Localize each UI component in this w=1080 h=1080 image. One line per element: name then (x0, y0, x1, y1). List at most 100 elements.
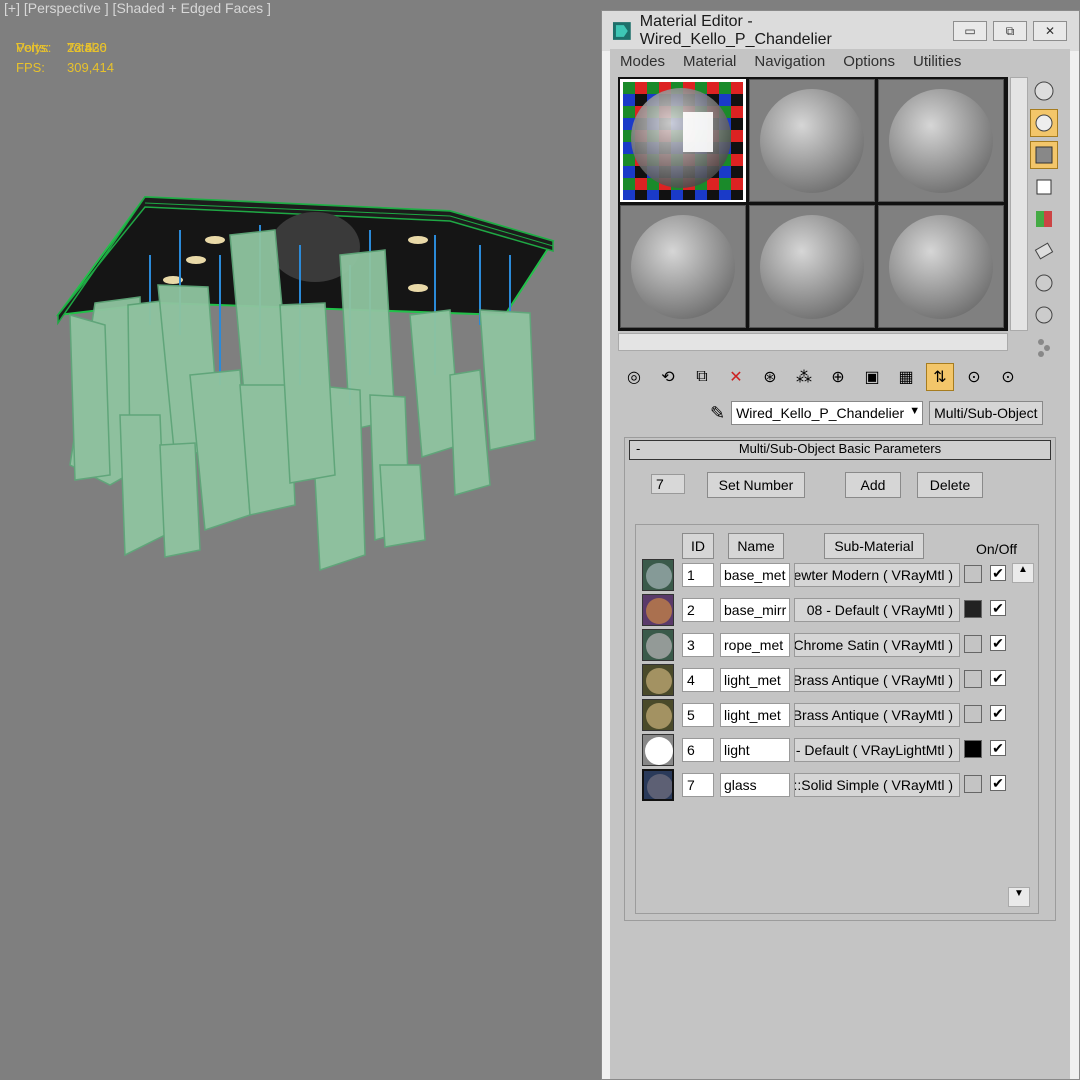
menu-modes[interactable]: Modes (620, 53, 665, 70)
color-swatch[interactable] (964, 670, 982, 688)
color-swatch[interactable] (964, 600, 982, 618)
submaterial-button[interactable]: Brass Antique ( VRayMtl ) (794, 668, 960, 692)
menu-options[interactable]: Options (843, 53, 895, 70)
sample-slot-6[interactable] (878, 205, 1004, 328)
set-number-button[interactable]: Set Number (707, 472, 805, 498)
material-count-field[interactable]: 7 (651, 474, 685, 494)
enable-checkbox[interactable]: ✔ (990, 670, 1006, 686)
id-column-header[interactable]: ID (682, 533, 714, 559)
submaterial-button[interactable]: ewter Modern ( VRayMtl ) (794, 563, 960, 587)
slots-vertical-scrollbar[interactable] (1010, 77, 1028, 331)
table-row: 5 light_met Brass Antique ( VRayMtl ) ✔ (636, 699, 1016, 731)
get-material-icon[interactable]: ◎ (620, 363, 648, 391)
id-field[interactable]: 4 (682, 668, 714, 692)
material-id-channel-icon[interactable]: ▣ (858, 363, 886, 391)
id-field[interactable]: 2 (682, 598, 714, 622)
delete-button[interactable]: Delete (917, 472, 983, 498)
put-to-library-icon[interactable]: ⊕ (824, 363, 852, 391)
color-swatch[interactable] (964, 565, 982, 583)
submaterial-thumbnail[interactable] (642, 734, 674, 766)
name-field[interactable]: rope_met (720, 633, 790, 657)
make-copy-icon[interactable]: ⊛ (756, 363, 784, 391)
table-row: 6 light - Default ( VRayLightMtl ) ✔ (636, 734, 1016, 766)
options-icon[interactable] (1030, 269, 1058, 297)
show-end-result-icon[interactable]: ⇅ (926, 363, 954, 391)
submaterial-thumbnail[interactable] (642, 699, 674, 731)
name-field[interactable]: glass (720, 773, 790, 797)
enable-checkbox[interactable]: ✔ (990, 775, 1006, 791)
sample-slot-2[interactable] (749, 79, 875, 202)
show-in-viewport-icon[interactable]: ▦ (892, 363, 920, 391)
id-field[interactable]: 1 (682, 563, 714, 587)
sample-slot-1[interactable] (620, 79, 746, 202)
go-forward-sibling-icon[interactable]: ⊙ (994, 363, 1022, 391)
backlight-icon[interactable] (1030, 109, 1058, 137)
viewport-label[interactable]: [+] [Perspective ] [Shaded + Edged Faces… (4, 0, 271, 16)
submaterial-thumbnail[interactable] (642, 664, 674, 696)
make-preview-icon[interactable] (1030, 237, 1058, 265)
submaterial-button[interactable]: t::Solid Simple ( VRayMtl ) (794, 773, 960, 797)
id-field[interactable]: 3 (682, 633, 714, 657)
id-field[interactable]: 7 (682, 773, 714, 797)
sample-slot-5[interactable] (749, 205, 875, 328)
name-field[interactable]: light (720, 738, 790, 762)
color-swatch[interactable] (964, 740, 982, 758)
assign-to-selection-icon[interactable]: ⧉ (688, 363, 716, 391)
submaterial-thumbnail[interactable] (642, 629, 674, 661)
id-field[interactable]: 6 (682, 738, 714, 762)
video-color-check-icon[interactable] (1030, 205, 1058, 233)
submaterial-thumbnail[interactable] (642, 559, 674, 591)
sample-slot-4[interactable] (620, 205, 746, 328)
submaterial-button[interactable]: 08 - Default ( VRayMtl ) (794, 598, 960, 622)
name-field[interactable]: light_met (720, 703, 790, 727)
name-field[interactable]: light_met (720, 668, 790, 692)
name-field[interactable]: base_mirr (720, 598, 790, 622)
material-navigator-icon[interactable] (1030, 333, 1058, 361)
menu-utilities[interactable]: Utilities (913, 53, 961, 70)
chandelier-model[interactable] (50, 185, 560, 575)
fps-value: 309,414 (67, 60, 114, 75)
submaterial-thumbnail[interactable] (642, 594, 674, 626)
close-button[interactable]: ✕ (1033, 21, 1067, 41)
minimize-button[interactable]: ▭ (953, 21, 987, 41)
title-bar[interactable]: Material Editor - Wired_Kello_P_Chandeli… (602, 11, 1079, 51)
maximize-button[interactable]: ⧉ (993, 21, 1027, 41)
select-by-material-icon[interactable] (1030, 301, 1058, 329)
eyedropper-icon[interactable]: ✎ (710, 403, 725, 424)
put-to-scene-icon[interactable]: ⟲ (654, 363, 682, 391)
uv-tiling-icon[interactable] (1030, 173, 1058, 201)
material-name-dropdown[interactable]: Wired_Kello_P_Chandelier ▼ (731, 401, 924, 425)
fps-label: FPS: (16, 60, 45, 75)
sphere-preview (760, 88, 864, 193)
make-unique-icon[interactable]: ⁂ (790, 363, 818, 391)
enable-checkbox[interactable]: ✔ (990, 635, 1006, 651)
reset-icon[interactable]: ✕ (722, 363, 750, 391)
name-field[interactable]: base_met (720, 563, 790, 587)
sample-slot-3[interactable] (878, 79, 1004, 202)
add-button[interactable]: Add (845, 472, 901, 498)
submaterial-button[interactable]: - Default ( VRayLightMtl ) (794, 738, 960, 762)
material-type-button[interactable]: Multi/Sub-Object (929, 401, 1043, 425)
menu-navigation[interactable]: Navigation (754, 53, 825, 70)
color-swatch[interactable] (964, 775, 982, 793)
submaterial-column-header[interactable]: Sub-Material (824, 533, 924, 559)
sample-type-icon[interactable] (1030, 77, 1058, 105)
scroll-down-icon[interactable]: ▼ (1008, 887, 1030, 907)
enable-checkbox[interactable]: ✔ (990, 740, 1006, 756)
background-icon[interactable] (1030, 141, 1058, 169)
enable-checkbox[interactable]: ✔ (990, 705, 1006, 721)
rollout-header[interactable]: - Multi/Sub-Object Basic Parameters (629, 440, 1051, 460)
submaterial-button[interactable]: Brass Antique ( VRayMtl ) (794, 703, 960, 727)
submaterial-thumbnail[interactable] (642, 769, 674, 801)
color-swatch[interactable] (964, 635, 982, 653)
glass-sphere-preview (623, 81, 743, 200)
enable-checkbox[interactable]: ✔ (990, 565, 1006, 581)
enable-checkbox[interactable]: ✔ (990, 600, 1006, 616)
name-column-header[interactable]: Name (728, 533, 784, 559)
id-field[interactable]: 5 (682, 703, 714, 727)
submaterial-button[interactable]: Chrome Satin ( VRayMtl ) (794, 633, 960, 657)
slots-horizontal-scrollbar[interactable] (618, 333, 1008, 351)
color-swatch[interactable] (964, 705, 982, 723)
menu-material[interactable]: Material (683, 53, 736, 70)
go-to-parent-icon[interactable]: ⊙ (960, 363, 988, 391)
